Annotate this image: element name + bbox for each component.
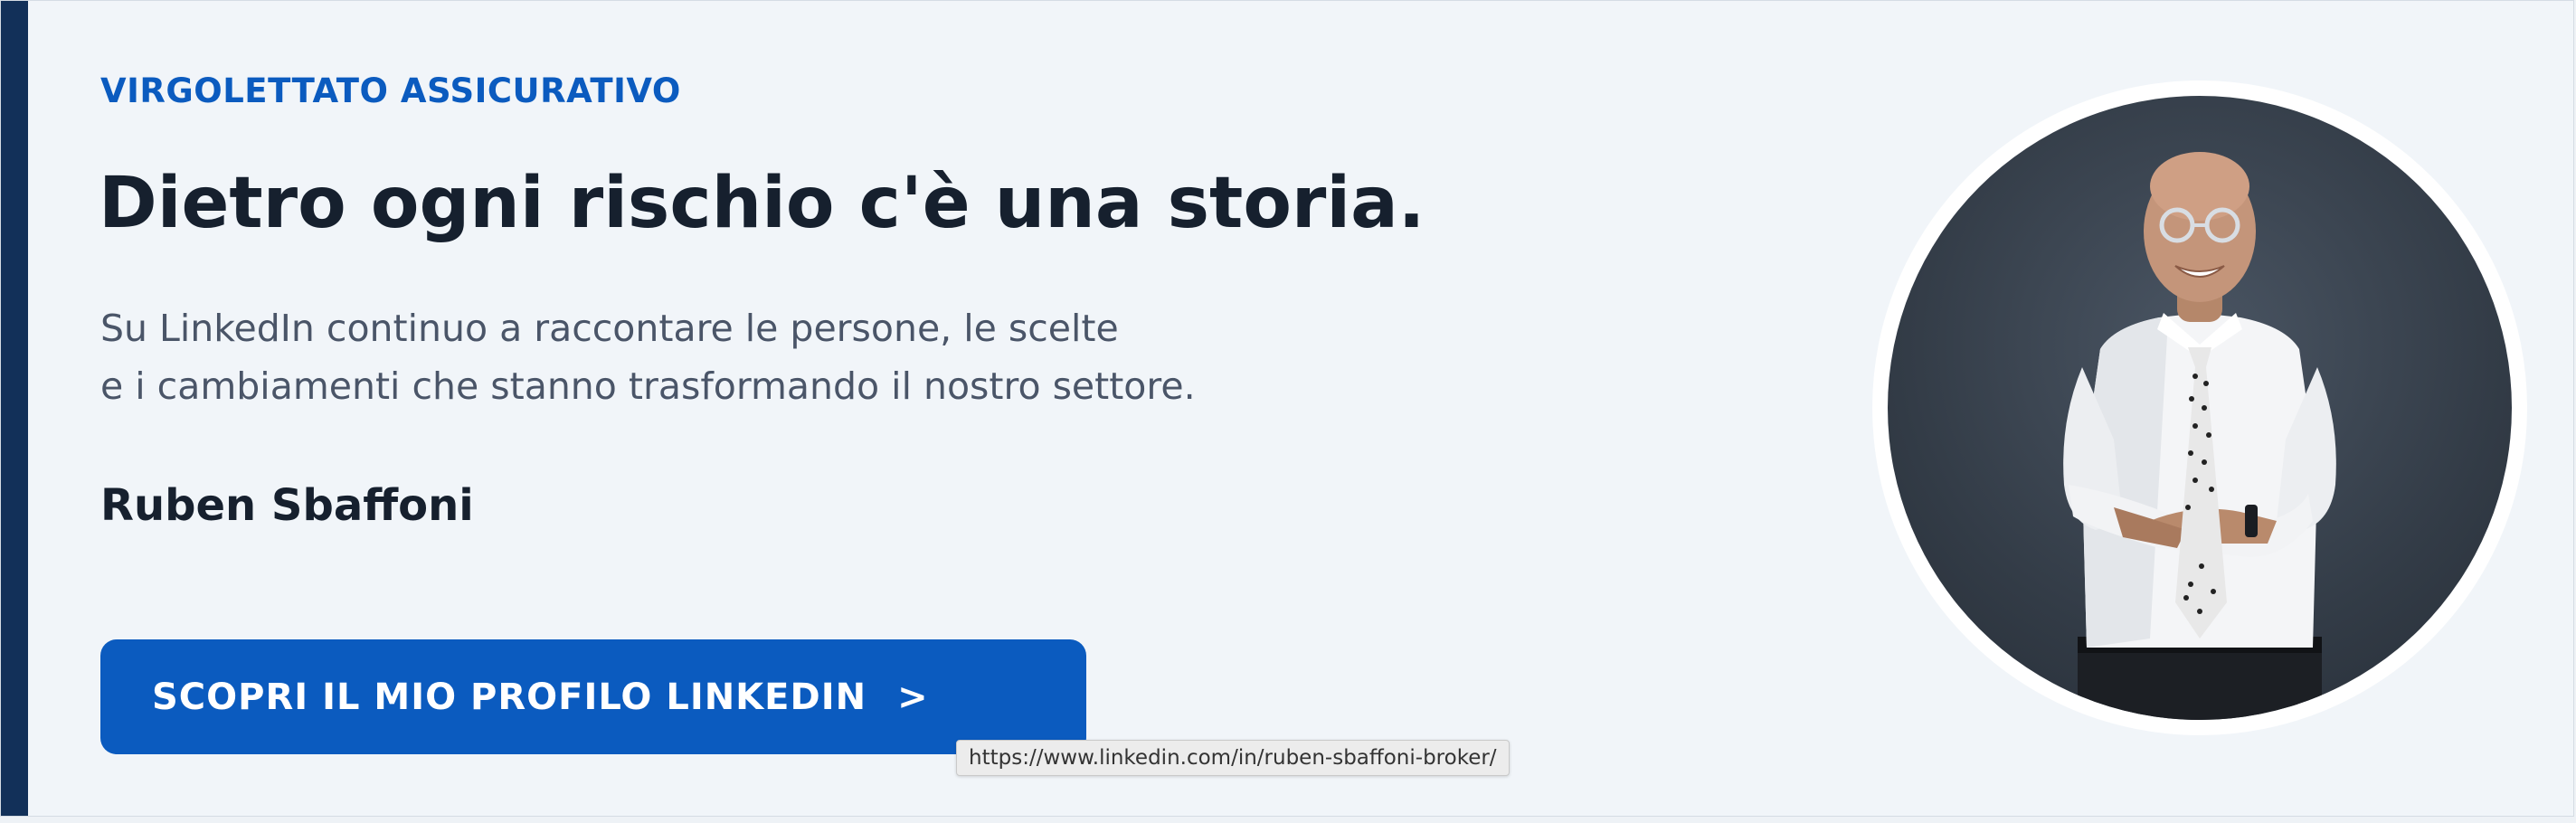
body-line-2: e i cambiamenti che stanno trasformando … [100,364,1196,408]
person-illustration [2063,152,2336,720]
eyebrow-label: VIRGOLETTATO ASSICURATIVO [100,71,681,110]
headline: Dietro ogni rischio c'è una storia. [99,163,1425,244]
body-line-1: Su LinkedIn continuo a raccontare le per… [100,307,1119,350]
cta-label: SCOPRI IL MIO PROFILO LINKEDIN [152,676,867,718]
link-url-tooltip: https://www.linkedin.com/in/ruben-sbaffo… [956,740,1510,776]
chevron-right-icon: > [897,676,928,718]
accent-bar [1,1,28,816]
author-name: Ruben Sbaffoni [100,480,474,531]
portrait-photo [1888,96,2512,720]
body-text: Su LinkedIn continuo a raccontare le per… [100,299,1196,415]
linkedin-banner: VIRGOLETTATO ASSICURATIVO Dietro ogni ri… [0,0,2574,817]
portrait-frame [1872,80,2527,735]
linkedin-profile-button[interactable]: SCOPRI IL MIO PROFILO LINKEDIN > [100,639,1086,754]
